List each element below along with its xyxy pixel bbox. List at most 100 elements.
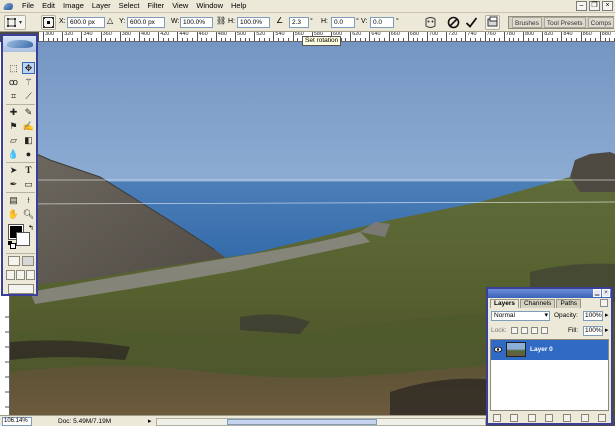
zoom-level-field[interactable]: 106.14% [2, 417, 32, 426]
swap-colors-icon[interactable]: ↰ [28, 224, 34, 232]
vertical-skew-field[interactable]: 0.0 [370, 17, 394, 28]
panel-close-icon[interactable]: × [602, 289, 610, 297]
cancel-transform-button[interactable] [446, 15, 461, 30]
delete-layer-icon[interactable] [598, 413, 607, 422]
gradient-tool-icon[interactable]: ◧ [22, 134, 35, 146]
brushes-palette-tab[interactable]: Brushes [512, 17, 542, 28]
lasso-tool-icon[interactable]: ꝏ [7, 76, 20, 88]
document-size-info: Doc: 5.49M/7.19M [58, 418, 112, 425]
restore-icon[interactable]: ❐ [589, 1, 600, 11]
horizontal-skew-field[interactable]: 0.0 [331, 17, 355, 28]
zoom-tool-icon[interactable]: 🔍︎ [22, 208, 35, 220]
tab-channels[interactable]: Channels [519, 299, 556, 308]
y-position-field[interactable]: 600.0 px [127, 17, 165, 28]
layers-panel-titlebar[interactable]: ▁ × [488, 289, 611, 298]
width-scale-field[interactable]: 100.0% [180, 17, 213, 28]
dodge-tool-icon[interactable]: ● [22, 148, 35, 160]
full-screen-mode-icon[interactable] [26, 270, 35, 280]
opacity-field[interactable]: 100% [583, 311, 603, 321]
menu-window[interactable]: Window [192, 0, 227, 12]
panel-menu-arrow-icon[interactable] [600, 299, 608, 307]
horizontal-scrollbar[interactable] [156, 418, 486, 426]
full-screen-menu-mode-icon[interactable] [16, 270, 25, 280]
layer-row[interactable]: Layer 0 [491, 340, 608, 360]
notes-tool-icon[interactable]: ▤ [7, 194, 20, 206]
healing-brush-tool-icon[interactable]: ✚ [7, 106, 20, 118]
crop-tool-icon[interactable]: ⌗ [7, 90, 20, 102]
warp-mode-button[interactable] [423, 15, 438, 30]
toolbox-separator [6, 253, 35, 254]
ruler-tick [62, 32, 64, 41]
file-browser-button[interactable] [485, 15, 500, 30]
fill-slider-arrow-icon[interactable]: ▸ [605, 326, 609, 334]
shape-tool-icon[interactable]: ▭ [22, 178, 35, 190]
reference-point-locator[interactable] [41, 15, 56, 30]
minimize-icon[interactable]: – [576, 1, 587, 11]
status-menu-arrow-icon[interactable]: ▸ [148, 417, 152, 426]
standard-mode-icon[interactable] [8, 256, 20, 266]
blend-mode-select[interactable]: Normal [491, 311, 550, 321]
layer-name[interactable]: Layer 0 [530, 346, 553, 353]
history-brush-tool-icon[interactable]: ✍ [22, 120, 35, 132]
slice-tool-icon[interactable]: ⟋ [22, 90, 35, 102]
opacity-slider-arrow-icon[interactable]: ▸ [605, 311, 609, 319]
blur-tool-icon[interactable]: 💧 [7, 148, 20, 160]
comps-palette-tab[interactable]: Comps [587, 17, 615, 28]
quick-mask-mode-icon[interactable] [22, 256, 34, 266]
lock-all-icon[interactable] [541, 327, 548, 334]
marquee-tool-icon[interactable]: ⬚ [7, 62, 20, 74]
menu-image[interactable]: Image [59, 0, 88, 12]
menu-layer[interactable]: Layer [88, 0, 115, 12]
standard-screen-mode-icon[interactable] [6, 270, 15, 280]
scrollbar-thumb[interactable] [227, 419, 377, 425]
height-scale-field[interactable]: 100.0% [237, 17, 270, 28]
layer-mask-icon[interactable] [527, 413, 536, 422]
visibility-eye-icon[interactable] [494, 346, 502, 353]
menu-help[interactable]: Help [227, 0, 250, 12]
menu-file[interactable]: File [18, 0, 38, 12]
relative-position-icon[interactable]: △ [107, 16, 113, 25]
layer-thumbnail[interactable] [506, 342, 526, 357]
tab-paths[interactable]: Paths [556, 299, 582, 308]
menu-edit[interactable]: Edit [38, 0, 59, 12]
lock-image-icon[interactable] [521, 327, 528, 334]
close-icon[interactable]: × [602, 1, 613, 11]
photoshop-feather-icon[interactable] [3, 1, 15, 12]
new-group-icon[interactable] [563, 413, 572, 422]
tool-presets-palette-tab[interactable]: Tool Presets [543, 17, 586, 28]
layer-style-icon[interactable] [510, 413, 519, 422]
menu-filter[interactable]: Filter [144, 0, 169, 12]
new-layer-icon[interactable] [580, 413, 589, 422]
commit-transform-button[interactable] [464, 15, 479, 30]
ruler-tick [119, 32, 121, 41]
fill-field[interactable]: 100% [583, 326, 603, 336]
brush-tool-icon[interactable]: ✎ [22, 106, 35, 118]
toolbox: ⬚ ✥ ꝏ ⚚ ⌗ ⟋ ✚ ✎ ⚑ ✍ ▱ ◧ 💧 ● ➤ T ✒ ▭ ▤ ⟊ … [1, 34, 38, 296]
clone-stamp-tool-icon[interactable]: ⚑ [7, 120, 20, 132]
menu-view[interactable]: View [168, 0, 192, 12]
magic-wand-tool-icon[interactable]: ⚚ [22, 76, 35, 88]
rotation-field[interactable]: 2.3 [289, 17, 309, 28]
default-colors-icon[interactable] [8, 241, 16, 249]
menu-select[interactable]: Select [115, 0, 144, 12]
pen-tool-icon[interactable]: ✒ [7, 178, 20, 190]
toolbox-header-feather-icon[interactable] [3, 36, 36, 52]
jump-to-imageready-icon[interactable] [8, 284, 34, 294]
x-position-field[interactable]: 600.0 px [67, 17, 105, 28]
ruler-tick [580, 32, 582, 41]
type-tool-icon[interactable]: T [22, 164, 35, 176]
tab-layers[interactable]: Layers [490, 299, 519, 308]
lock-position-icon[interactable] [531, 327, 538, 334]
move-tool-icon[interactable]: ✥ [22, 62, 35, 74]
link-layers-icon[interactable] [492, 413, 501, 422]
path-selection-tool-icon[interactable]: ➤ [7, 164, 20, 176]
background-color-swatch[interactable] [16, 232, 30, 246]
new-adjustment-layer-icon[interactable] [545, 413, 554, 422]
eraser-tool-icon[interactable]: ▱ [7, 134, 20, 146]
panel-minimize-icon[interactable]: ▁ [593, 289, 601, 297]
link-icon[interactable]: ⛓ [216, 16, 226, 25]
hand-tool-icon[interactable]: ✋ [7, 208, 20, 220]
eyedropper-tool-icon[interactable]: ⟊ [22, 194, 35, 206]
tool-preset-picker[interactable] [4, 15, 26, 30]
lock-transparent-icon[interactable] [511, 327, 518, 334]
